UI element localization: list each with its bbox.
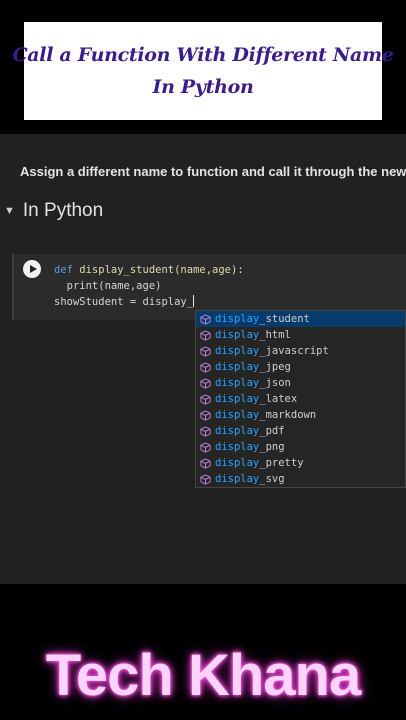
cube-icon [200,329,211,341]
autocomplete-suffix: _pdf [259,425,285,437]
section-header[interactable]: ▼ In Python [0,200,103,222]
autocomplete-item[interactable]: display _html [196,327,405,343]
cube-icon [200,377,211,389]
autocomplete-item[interactable]: display _png [196,439,405,455]
autocomplete-suffix: _markdown [259,409,317,421]
brand-text: Tech Khana [45,642,361,708]
autocomplete-suffix: _jpeg [259,361,291,373]
autocomplete-item[interactable]: display _json [196,375,405,391]
cube-icon [200,473,211,485]
cube-icon [200,409,211,421]
autocomplete-match: display [215,409,260,421]
autocomplete-suffix: _javascript [259,345,329,357]
autocomplete-suffix: _svg [259,473,285,485]
autocomplete-match: display [215,345,260,357]
brand-logo: Tech Khana [0,630,406,720]
autocomplete-item[interactable]: display _javascript [196,343,405,359]
autocomplete-item[interactable]: display _jpeg [196,359,405,375]
notebook-screen: Assign a different name to function and … [0,134,406,584]
autocomplete-item[interactable]: display _markdown [196,407,405,423]
autocomplete-match: display [215,313,260,325]
cube-icon [200,425,211,437]
autocomplete-item[interactable]: display _latex [196,391,405,407]
section-title: In Python [22,200,104,221]
cube-icon [200,313,211,325]
autocomplete-item[interactable]: display _pretty [196,455,405,471]
title-line-2: In Python [152,76,254,98]
autocomplete-match: display [215,393,260,405]
code-line-1: display_student(name,age): [72,264,244,276]
autocomplete-match: display [215,329,260,341]
autocomplete-item[interactable]: display _student [196,311,405,327]
title-card: Call a Function With Different Name In P… [12,22,394,120]
code-editor[interactable]: def display_student(name,age): print(nam… [54,262,244,310]
instruction-text: Assign a different name to function and … [20,164,406,179]
autocomplete-match: display [215,377,260,389]
autocomplete-match: display [215,361,260,373]
autocomplete-dropdown[interactable]: display _student display _html display _javas… [195,310,406,488]
code-keyword: def [54,264,73,276]
autocomplete-match: display [215,473,260,485]
autocomplete-suffix: _pretty [259,457,304,469]
code-line-3: showStudent = display_ [54,296,194,308]
code-line-2: print(name,age) [54,280,162,292]
autocomplete-item[interactable]: display _pdf [196,423,405,439]
title-line-1: Call a Function With Different Name [12,44,394,66]
cube-icon [200,345,211,357]
autocomplete-suffix: _png [259,441,285,453]
caret-down-icon[interactable]: ▼ [4,205,15,217]
cube-icon [200,361,211,373]
autocomplete-suffix: _json [259,377,291,389]
cube-icon [200,441,211,453]
cube-icon [200,393,211,405]
autocomplete-suffix: _student [259,313,310,325]
autocomplete-item[interactable]: display _svg [196,471,405,487]
autocomplete-match: display [215,457,260,469]
run-cell-button[interactable] [23,260,41,278]
autocomplete-match: display [215,441,260,453]
text-cursor [193,295,195,307]
autocomplete-suffix: _html [259,329,291,341]
autocomplete-match: display [215,425,260,437]
autocomplete-suffix: _latex [259,393,298,405]
cube-icon [200,457,211,469]
